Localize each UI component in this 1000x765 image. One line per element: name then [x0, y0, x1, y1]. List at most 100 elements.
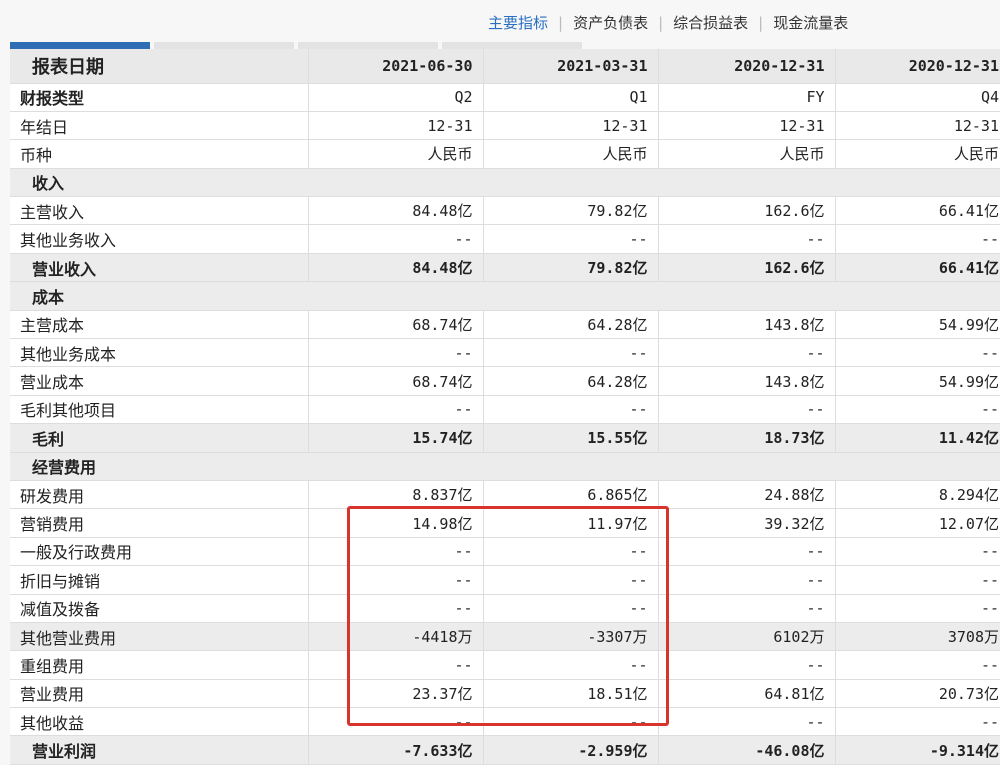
cell-value: --	[483, 565, 659, 595]
cell-value: 64.81亿	[658, 679, 836, 709]
table-row: 其他营业费用 -4418万 -3307万 6102万 3708万	[10, 622, 1000, 652]
row-label: 营业费用	[10, 679, 309, 709]
cell-value: --	[658, 395, 836, 425]
row-label: 其他业务成本	[10, 338, 309, 368]
tab-1[interactable]	[10, 42, 150, 49]
tab-4[interactable]	[442, 42, 582, 49]
nav-link[interactable]: 综合损益表	[673, 12, 748, 33]
table-row: 营业费用 23.37亿 18.51亿 64.81亿 20.73亿	[10, 679, 1000, 709]
nav-link[interactable]: 资产负债表	[573, 12, 648, 33]
tab-strip	[10, 42, 582, 49]
cell-value: --	[483, 338, 659, 368]
cell-value: Q1	[483, 83, 659, 112]
cell-value: 18.51亿	[483, 679, 659, 709]
cell-value: 14.98亿	[308, 508, 484, 538]
tab-3[interactable]	[298, 42, 438, 49]
table-row: 其他收益 -- -- -- --	[10, 707, 1000, 737]
cell-value: 15.74亿	[308, 423, 484, 453]
row-label: 经营费用	[10, 452, 1000, 481]
cell-value: --	[835, 338, 1000, 368]
cell-value: --	[835, 650, 1000, 680]
cell-value: --	[308, 338, 484, 368]
table-row: 营销费用 14.98亿 11.97亿 39.32亿 12.07亿	[10, 508, 1000, 538]
cell-value: 11.97亿	[483, 508, 659, 538]
nav-separator: |	[758, 13, 764, 32]
cell-value: --	[658, 224, 836, 254]
table-row: 一般及行政费用 -- -- -- --	[10, 537, 1000, 567]
row-label: 其他营业费用	[10, 622, 309, 652]
cell-value: 12-31	[658, 111, 836, 141]
row-label: 一般及行政费用	[10, 537, 309, 567]
cell-value: --	[483, 537, 659, 567]
column-date: 2020-12-31	[835, 49, 1000, 84]
cell-value: --	[658, 338, 836, 368]
cell-value: 84.48亿	[308, 196, 484, 226]
cell-value: --	[835, 395, 1000, 425]
nav-link[interactable]: 主要指标	[488, 12, 548, 33]
cell-value: 人民币	[835, 139, 1000, 169]
table-row: 毛利其他项目 -- -- -- --	[10, 395, 1000, 425]
tab-2[interactable]	[154, 42, 294, 49]
row-label: 币种	[10, 139, 309, 169]
cell-value: 20.73亿	[835, 679, 1000, 709]
row-label: 成本	[10, 281, 1000, 311]
row-label: 毛利其他项目	[10, 395, 309, 425]
cell-value: 143.8亿	[658, 310, 836, 340]
cell-value: 12-31	[308, 111, 484, 141]
cell-value: 162.6亿	[658, 253, 836, 283]
income-statement-table: 报表日期 2021-06-30 2021-03-31 2020-12-31 20…	[10, 49, 1000, 765]
table-row: 年结日 12-31 12-31 12-31 12-31	[10, 111, 1000, 141]
cell-value: --	[308, 537, 484, 567]
row-label: 毛利	[10, 423, 309, 453]
cell-value: --	[483, 395, 659, 425]
cell-value: 79.82亿	[483, 253, 659, 283]
cell-value: --	[308, 395, 484, 425]
cell-value: --	[658, 650, 836, 680]
cell-value: 8.837亿	[308, 480, 484, 510]
cell-value: --	[308, 594, 484, 623]
cell-value: Q2	[308, 83, 484, 112]
cell-value: -9.314亿	[835, 735, 1000, 765]
table-row: 研发费用 8.837亿 6.865亿 24.88亿 8.294亿	[10, 480, 1000, 510]
cell-value: 39.32亿	[658, 508, 836, 538]
table-row: 其他业务收入 -- -- -- --	[10, 224, 1000, 254]
cell-value: 8.294亿	[835, 480, 1000, 510]
cell-value: -46.08亿	[658, 735, 836, 765]
cell-value: --	[658, 594, 836, 623]
table-row: 减值及拨备 -- -- -- --	[10, 594, 1000, 623]
cell-value: -2.959亿	[483, 735, 659, 765]
table-row: 折旧与摊销 -- -- -- --	[10, 565, 1000, 595]
cell-value: 3708万	[835, 622, 1000, 652]
table-row: 毛利 15.74亿 15.55亿 18.73亿 11.42亿	[10, 423, 1000, 453]
row-label: 年结日	[10, 111, 309, 141]
table-row: 主营收入 84.48亿 79.82亿 162.6亿 66.41亿	[10, 196, 1000, 226]
cell-value: 79.82亿	[483, 196, 659, 226]
nav-link[interactable]: 现金流量表	[773, 12, 848, 33]
table-row: 币种 人民币 人民币 人民币 人民币	[10, 139, 1000, 169]
cell-value: --	[483, 650, 659, 680]
cell-value: --	[658, 707, 836, 737]
cell-value: 143.8亿	[658, 366, 836, 396]
cell-value: 人民币	[658, 139, 836, 169]
cell-value: 66.41亿	[835, 253, 1000, 283]
report-nav: 主要指标 | 资产负债表 | 综合损益表 | 现金流量表	[488, 12, 848, 33]
nav-separator: |	[658, 13, 664, 32]
cell-value: 54.99亿	[835, 366, 1000, 396]
row-label: 财报类型	[10, 83, 309, 112]
cell-value: 12-31	[483, 111, 659, 141]
cell-value: 68.74亿	[308, 310, 484, 340]
cell-value: 162.6亿	[658, 196, 836, 226]
row-label: 其他业务收入	[10, 224, 309, 254]
table-row: 财报类型 Q2 Q1 FY Q4	[10, 83, 1000, 112]
cell-value: -7.633亿	[308, 735, 484, 765]
cell-value: --	[308, 707, 484, 737]
table-row: 营业利润 -7.633亿 -2.959亿 -46.08亿 -9.314亿	[10, 735, 1000, 765]
cell-value: 24.88亿	[658, 480, 836, 510]
row-label: 收入	[10, 168, 1000, 198]
cell-value: -3307万	[483, 622, 659, 652]
header-label: 报表日期	[10, 49, 309, 84]
row-label: 主营成本	[10, 310, 309, 340]
cell-value: 23.37亿	[308, 679, 484, 709]
row-label: 营业成本	[10, 366, 309, 396]
cell-value: 18.73亿	[658, 423, 836, 453]
